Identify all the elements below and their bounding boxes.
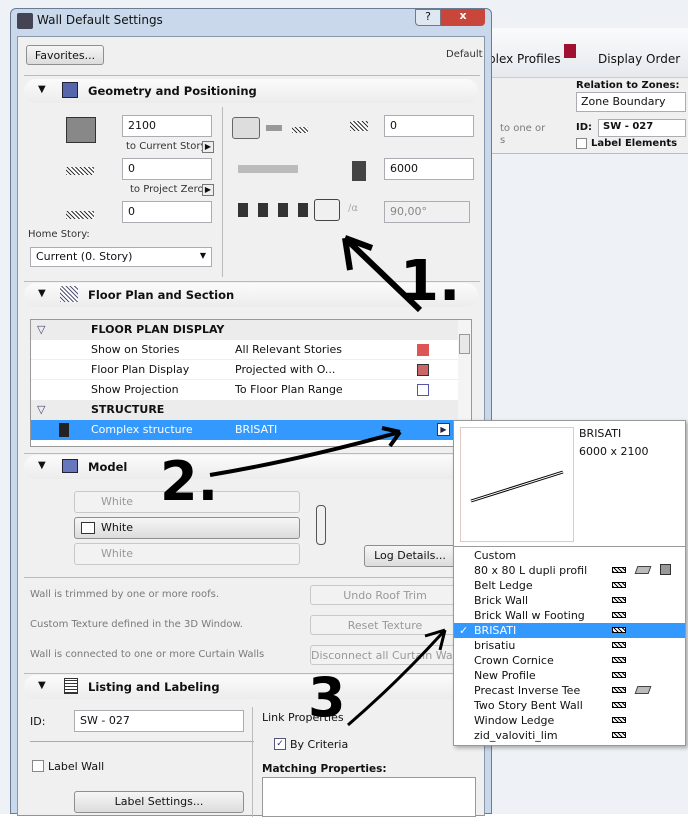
- annotation-arrow-3: [347, 628, 447, 727]
- annotation-arrow-2: [209, 426, 402, 477]
- annotation-layer: 1. 2. 3: [160, 235, 460, 729]
- annotation-3: 3: [308, 666, 346, 729]
- annotation-1: 1.: [400, 249, 460, 314]
- annotation-2: 2.: [160, 450, 218, 513]
